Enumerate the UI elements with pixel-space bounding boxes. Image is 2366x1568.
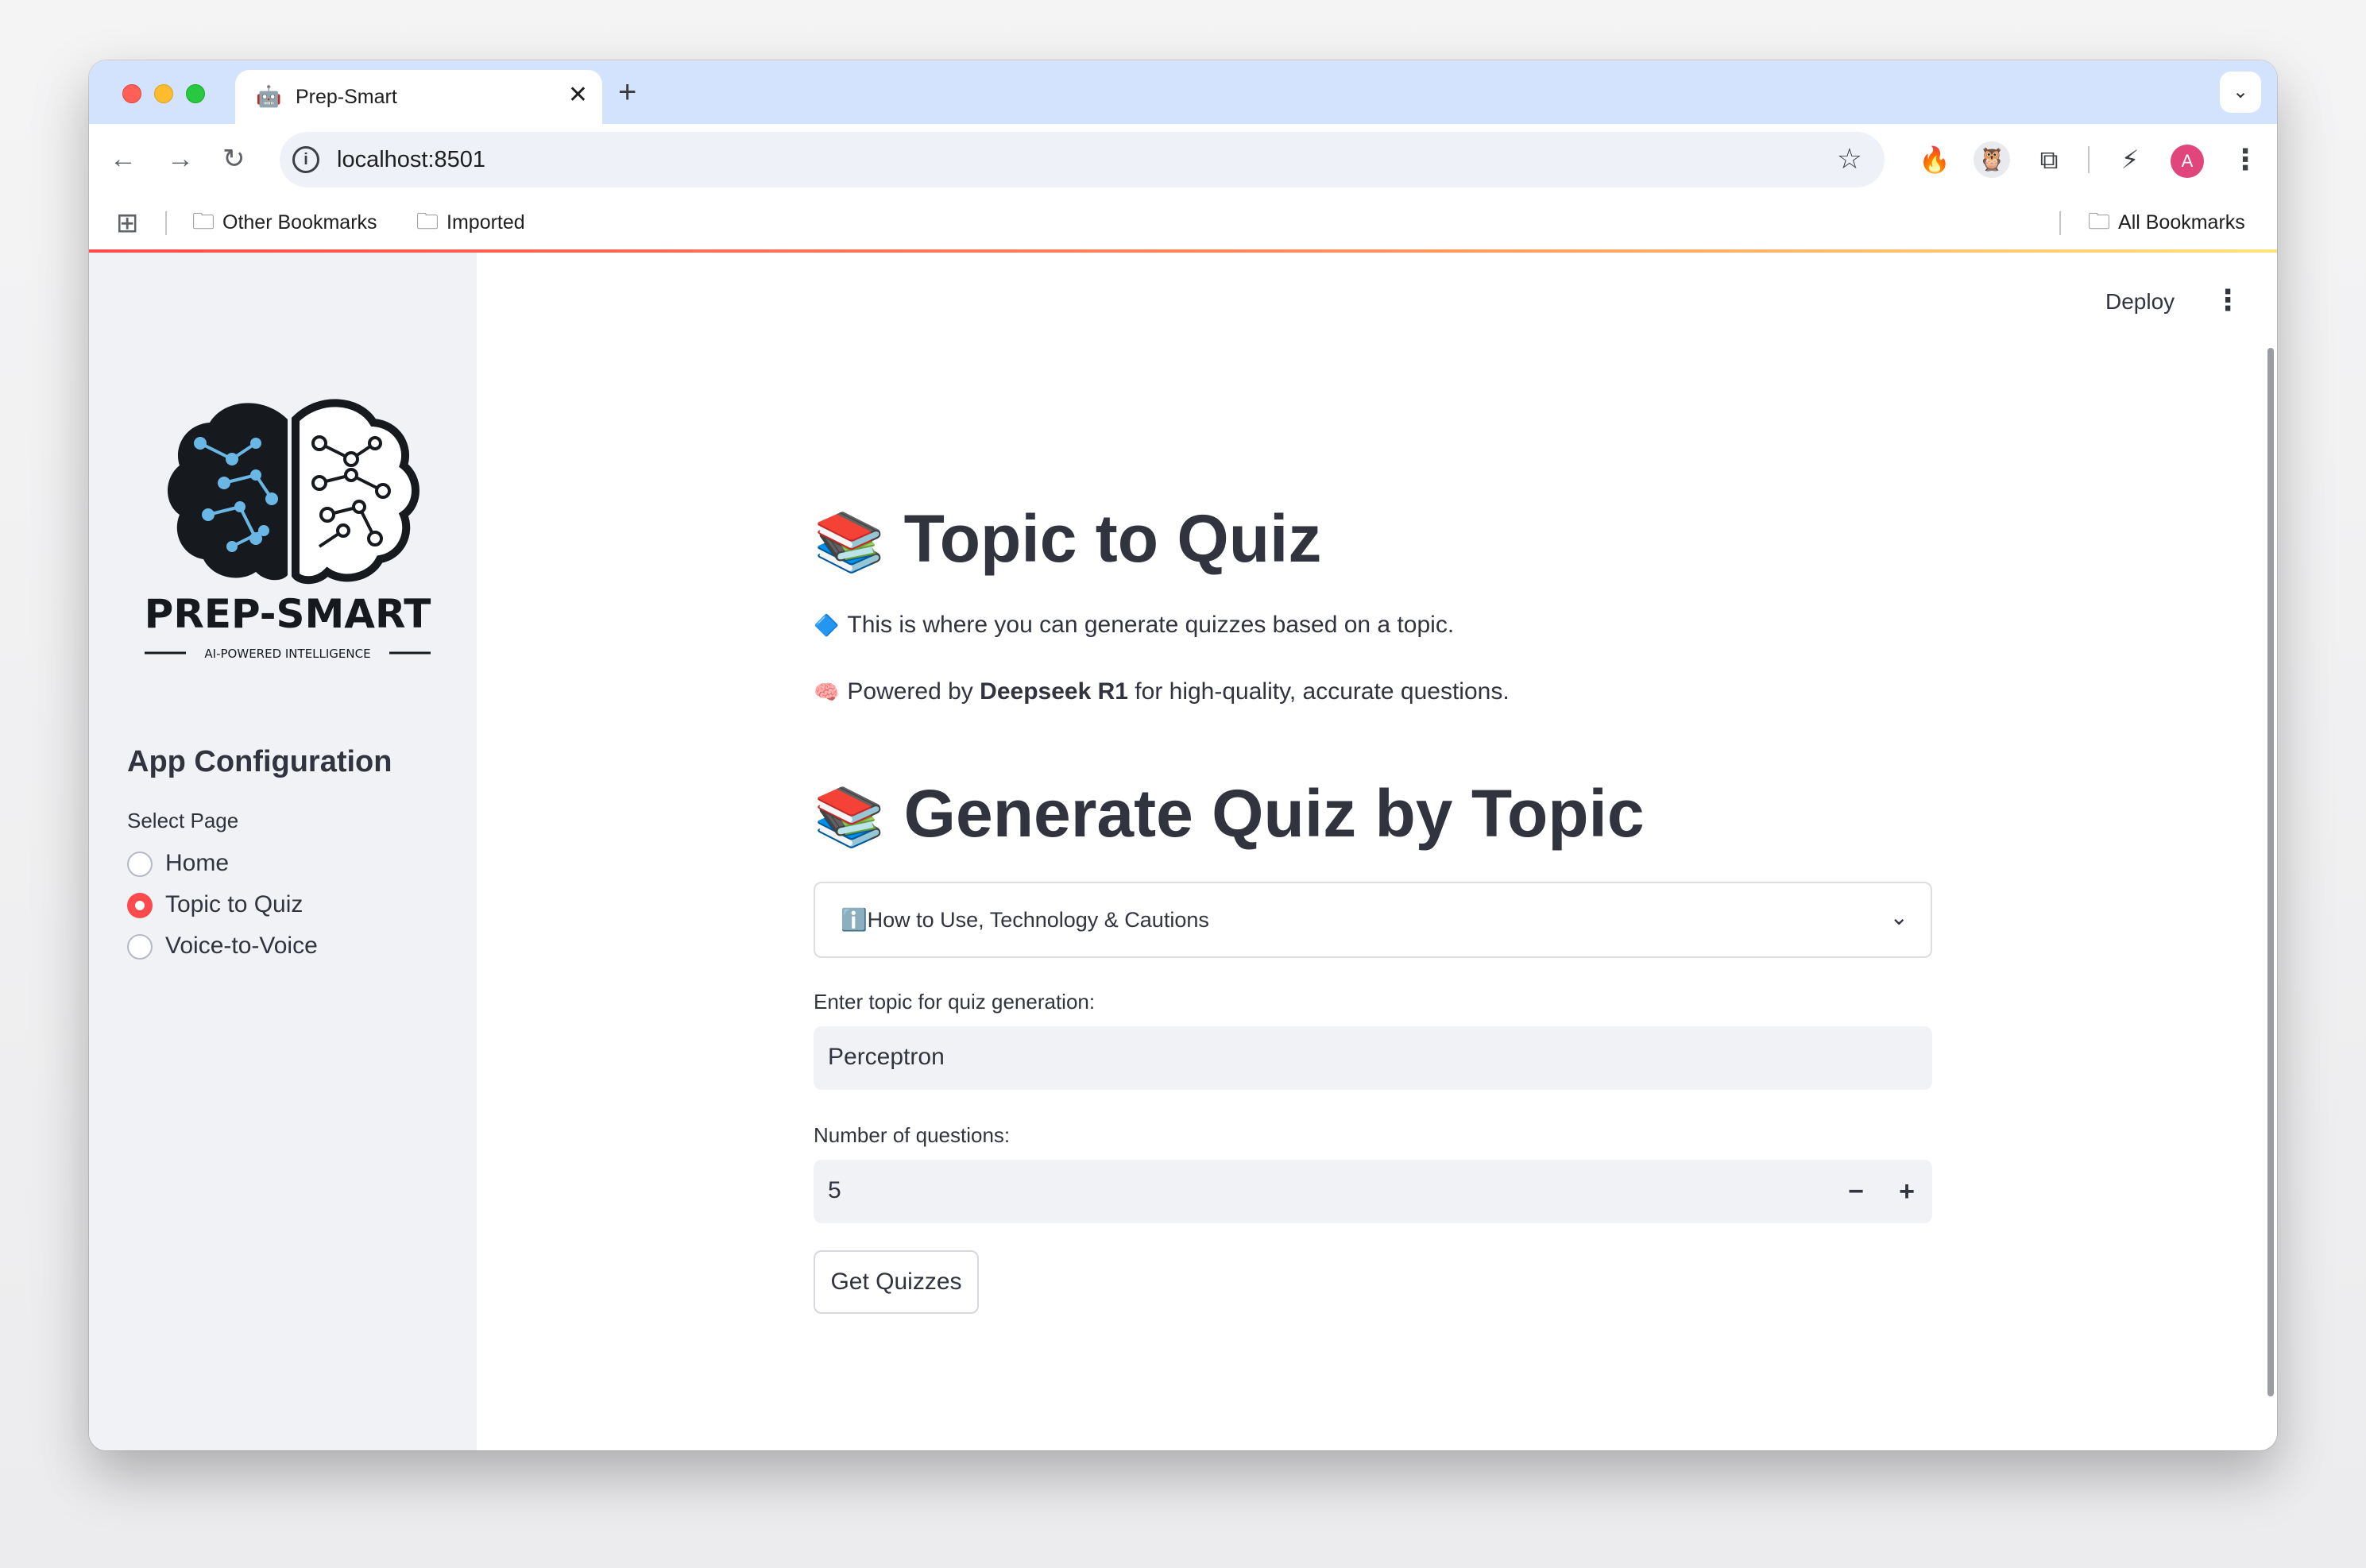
new-tab-icon[interactable]: +: [618, 75, 636, 110]
get-quizzes-button[interactable]: Get Quizzes: [814, 1250, 979, 1314]
url-text[interactable]: localhost:8501: [337, 147, 485, 173]
radio-label[interactable]: Voice-to-Voice: [165, 933, 318, 960]
profile-avatar[interactable]: A: [2171, 145, 2204, 178]
number-of-questions-input[interactable]: 5 − +: [814, 1160, 1932, 1223]
bookmark-star-icon[interactable]: ☆: [1837, 143, 1862, 175]
tab-search-chevron-icon[interactable]: ⌄: [2220, 71, 2261, 113]
logo-title: PREP-SMART: [145, 591, 431, 637]
intro-text: 🔷 This is where you can generate quizzes …: [814, 612, 1454, 639]
bookmark-other-bookmarks[interactable]: 🗀 Other Bookmarks: [192, 208, 377, 236]
logo-tagline: AI-POWERED INTELLIGENCE: [204, 647, 370, 661]
radio-circle-selected[interactable]: [127, 893, 153, 918]
toolbar-divider: [2088, 146, 2090, 173]
prep-smart-logo: PREP-SMART AI-POWERED INTELLIGENCE: [145, 399, 431, 661]
browser-toolbar: ← → ↻ i localhost:8501 ☆ 🔥 🦉 ⧉ ⚡ A ⋮: [89, 124, 2277, 195]
books-icon: 📚: [814, 511, 885, 574]
topic-field-label: Enter topic for quiz generation:: [814, 990, 1096, 1014]
folder-icon: 🗀: [416, 209, 439, 234]
apps-grid-icon[interactable]: ⊞: [116, 210, 139, 237]
browser-tab[interactable]: 🤖 Prep-Smart ✕: [235, 70, 602, 124]
app-menu-icon[interactable]: ⋮: [2213, 284, 2242, 316]
tab-strip: 🤖 Prep-Smart ✕ + ⌄: [89, 60, 2277, 124]
section-title: 📚 Generate Quiz by Topic: [814, 774, 1645, 857]
folder-icon: 🗀: [192, 209, 215, 234]
puzzle-extensions-icon[interactable]: ⧉: [2031, 141, 2067, 178]
browser-menu-icon[interactable]: ⋮: [2231, 141, 2260, 178]
powered-prefix: Powered by: [847, 678, 973, 705]
bookmark-label: Imported: [447, 211, 525, 234]
expander-label[interactable]: ℹ️How to Use, Technology & Cautions: [841, 907, 1209, 933]
select-page-label: Select Page: [127, 809, 239, 832]
radio-circle[interactable]: [127, 934, 153, 960]
topic-input-value[interactable]: Perceptron: [828, 1044, 945, 1071]
tab-close-icon[interactable]: ✕: [568, 81, 588, 110]
number-input-value[interactable]: 5: [828, 1177, 841, 1204]
reload-icon[interactable]: ↻: [222, 143, 245, 175]
blue-diamond-icon: 🔷: [814, 613, 840, 637]
address-bar[interactable]: i localhost:8501 ☆: [280, 132, 1885, 187]
bookmark-label: All Bookmarks: [2118, 211, 2245, 234]
intro-text-body: This is where you can generate quizzes b…: [847, 612, 1455, 638]
owl-extension-icon[interactable]: 🦉: [1974, 141, 2010, 178]
radio-circle[interactable]: [127, 852, 153, 877]
browser-window: 🤖 Prep-Smart ✕ + ⌄ ← → ↻ i localhost:850…: [89, 60, 2277, 1450]
section-title-text: Generate Quiz by Topic: [903, 776, 1645, 851]
tab-title: Prep-Smart: [296, 86, 397, 108]
bookmarks-bar: ⊞ 🗀 Other Bookmarks 🗀 Imported 🗀 All Bookma…: [89, 195, 2277, 249]
bookmarks-divider: [2059, 211, 2061, 235]
how-to-use-expander[interactable]: ℹ️How to Use, Technology & Cautions ⌄: [814, 882, 1932, 958]
maximize-window-button[interactable]: [186, 84, 205, 103]
app-content: PREP-SMART AI-POWERED INTELLIGENCE App C…: [89, 253, 2277, 1450]
tab-favicon-icon: 🤖: [256, 84, 282, 108]
increment-button[interactable]: +: [1899, 1174, 1915, 1209]
radio-label[interactable]: Topic to Quiz: [165, 891, 303, 918]
bookmark-all-bookmarks[interactable]: 🗀 All Bookmarks: [2088, 208, 2245, 236]
close-window-button[interactable]: [122, 84, 141, 103]
site-info-icon[interactable]: i: [292, 146, 319, 173]
forward-arrow-icon[interactable]: →: [167, 143, 194, 175]
page-scrollbar[interactable]: [2267, 348, 2274, 1396]
number-field-label: Number of questions:: [814, 1123, 1011, 1147]
folder-icon: 🗀: [2088, 209, 2111, 234]
page-title-text: Topic to Quiz: [903, 501, 1322, 576]
brain-icon: 🧠: [814, 680, 840, 704]
sidebar: PREP-SMART AI-POWERED INTELLIGENCE App C…: [89, 253, 477, 1450]
back-arrow-icon[interactable]: ←: [110, 143, 137, 175]
bookmarks-divider: [165, 211, 167, 235]
sidebar-heading: App Configuration: [127, 745, 392, 778]
deploy-button[interactable]: Deploy: [2105, 289, 2175, 315]
books-icon: 📚: [814, 786, 885, 849]
powered-suffix: for high-quality, accurate questions.: [1135, 678, 1510, 705]
powered-model: Deepseek R1: [980, 678, 1128, 705]
performance-icon[interactable]: ⚡: [2112, 141, 2148, 178]
info-icon: ℹ️: [841, 908, 868, 932]
bookmark-label: Other Bookmarks: [222, 211, 377, 234]
minimize-window-button[interactable]: [154, 84, 173, 103]
page-title: 📚 Topic to Quiz: [814, 499, 1321, 582]
chevron-down-icon[interactable]: ⌄: [1890, 904, 1908, 930]
decrement-button[interactable]: −: [1848, 1174, 1864, 1209]
powered-by-text: 🧠 Powered by Deepseek R1 for high-quality…: [814, 678, 1510, 705]
topic-input[interactable]: Perceptron: [814, 1026, 1932, 1090]
bookmark-imported[interactable]: 🗀 Imported: [416, 208, 525, 236]
flame-extension-icon[interactable]: 🔥: [1916, 141, 1953, 178]
radio-label[interactable]: Home: [165, 850, 229, 877]
